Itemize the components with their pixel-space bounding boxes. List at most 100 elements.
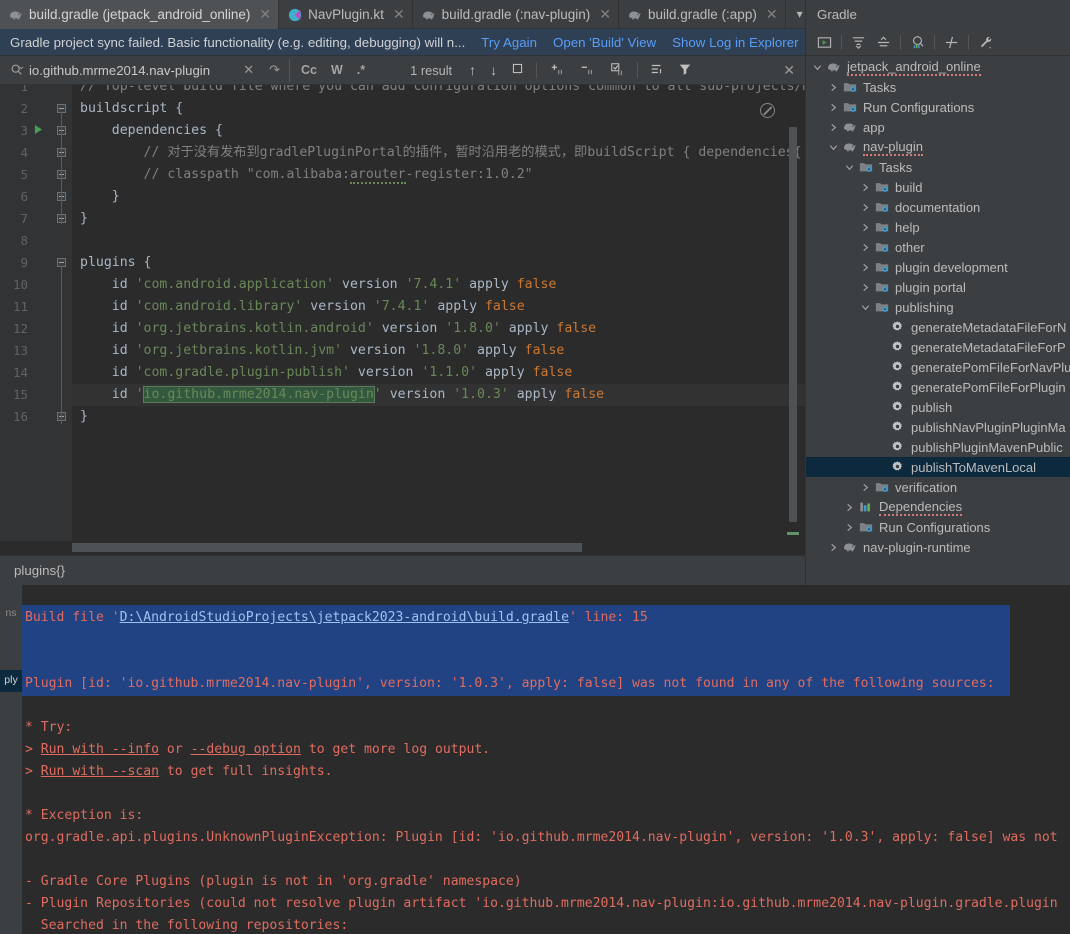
tree-twisty-icon[interactable]: [860, 221, 872, 233]
editor-tab[interactable]: build.gradle (:app) ✕: [619, 0, 786, 29]
editor-tab-bar[interactable]: build.gradle (jetpack_android_online) ✕ Na…: [0, 0, 830, 29]
execute-gradle-task-icon[interactable]: [812, 35, 837, 50]
code-line[interactable]: // 对于没有发布到gradlePluginPortal的插件，暂时沿用老的模式…: [80, 142, 802, 164]
gradle-tree-node[interactable]: jetpack_android_online: [806, 57, 1070, 77]
gradle-tree-node[interactable]: publishToMavenLocal: [806, 457, 1070, 477]
gradle-tree-node[interactable]: help: [806, 217, 1070, 237]
open-build-view-link[interactable]: Open 'Build' View: [553, 35, 656, 50]
gradle-tree-node[interactable]: Tasks: [806, 157, 1070, 177]
gradle-tree-node[interactable]: nav-plugin-runtime: [806, 537, 1070, 557]
gradle-tree-node[interactable]: verification: [806, 477, 1070, 497]
editor-tab[interactable]: build.gradle (:nav-plugin) ✕: [413, 0, 619, 29]
code-line[interactable]: id 'com.android.application' version '7.…: [80, 274, 557, 296]
words-toggle[interactable]: W: [324, 63, 350, 77]
close-tab-icon[interactable]: ✕: [259, 6, 271, 23]
gradle-tree-node[interactable]: publishPluginMavenPublic: [806, 437, 1070, 457]
prev-match-icon[interactable]: ↑: [462, 62, 483, 78]
tree-twisty-icon[interactable]: [876, 401, 888, 413]
tree-twisty-icon[interactable]: [860, 201, 872, 213]
console-line[interactable]: org.gradle.api.plugins.UnknownPluginExce…: [25, 827, 1058, 850]
code-line[interactable]: }: [80, 406, 88, 428]
tool-window-side-strip[interactable]: ns ply: [0, 585, 22, 934]
close-tab-icon[interactable]: ✕: [393, 6, 405, 23]
tree-twisty-icon[interactable]: [844, 161, 856, 173]
next-match-icon[interactable]: ↓: [483, 62, 504, 78]
gradle-tree-node[interactable]: publishing: [806, 297, 1070, 317]
tree-twisty-icon[interactable]: [876, 441, 888, 453]
gradle-tree-node[interactable]: build: [806, 177, 1070, 197]
gradle-tree-node[interactable]: app: [806, 117, 1070, 137]
breadcrumb-label[interactable]: plugins{}: [14, 563, 65, 578]
gradle-tree-node[interactable]: generateMetadataFileForP: [806, 337, 1070, 357]
tree-twisty-icon[interactable]: [876, 421, 888, 433]
breadcrumb[interactable]: plugins{}: [0, 555, 805, 585]
tree-twisty-icon[interactable]: [876, 381, 888, 393]
editor-horizontal-scrollbar[interactable]: [72, 543, 582, 552]
gradle-tree-node[interactable]: generatePomFileForPlugin: [806, 377, 1070, 397]
close-tab-icon[interactable]: ✕: [766, 6, 778, 23]
task-execution-icon[interactable]: [905, 35, 930, 50]
close-find-icon[interactable]: ✕: [783, 62, 795, 79]
show-log-in-explorer-link[interactable]: Show Log in Explorer: [672, 35, 798, 50]
gradle-tree-node[interactable]: Run Configurations: [806, 97, 1070, 117]
tree-twisty-icon[interactable]: [828, 121, 840, 133]
build-tool-settings-icon[interactable]: [973, 35, 998, 50]
filter-icon[interactable]: [671, 62, 699, 79]
filter-lines-icon[interactable]: [643, 62, 671, 79]
tree-twisty-icon[interactable]: [860, 301, 872, 313]
editor-gutter[interactable]: 1 2 3 4 5 6 7 8 9 10 11 12 13 14 15 16: [0, 85, 72, 541]
gradle-tree-node[interactable]: documentation: [806, 197, 1070, 217]
editor-vertical-scrollbar[interactable]: [789, 127, 797, 522]
editor-tab[interactable]: build.gradle (jetpack_android_online) ✕: [0, 0, 280, 29]
code-line[interactable]: // Top-level build file where you can ad…: [80, 85, 805, 98]
tree-twisty-icon[interactable]: [860, 481, 872, 493]
code-line[interactable]: buildscript {: [80, 98, 183, 120]
tree-twisty-icon[interactable]: [860, 181, 872, 193]
gradle-tree-node[interactable]: plugin development: [806, 257, 1070, 277]
expand-all-icon[interactable]: [846, 35, 871, 50]
gradle-tree-node[interactable]: plugin portal: [806, 277, 1070, 297]
gradle-tree-node[interactable]: Tasks: [806, 77, 1070, 97]
gradle-tree-node[interactable]: generatePomFileForNavPlu: [806, 357, 1070, 377]
tree-twisty-icon[interactable]: [828, 101, 840, 113]
code-editor[interactable]: 1 2 3 4 5 6 7 8 9 10 11 12 13 14 15 16 // Top-level bui…: [0, 85, 805, 541]
gradle-tree-node[interactable]: other: [806, 237, 1070, 257]
console-line[interactable]: Build file 'D:\AndroidStudioProjects\jet…: [25, 607, 648, 630]
code-line[interactable]: id 'io.github.mrme2014.nav-plugin' versi…: [80, 384, 604, 406]
tree-twisty-icon[interactable]: [876, 321, 888, 333]
console-line[interactable]: > Run with --info or --debug option to g…: [25, 739, 490, 762]
clear-search-icon[interactable]: ✕: [238, 62, 259, 78]
scrollbar-match-marker[interactable]: [787, 532, 799, 535]
match-case-toggle[interactable]: Cc: [294, 63, 324, 77]
add-selection-icon[interactable]: [542, 62, 572, 79]
console-line[interactable]: - Plugin Repositories (could not resolve…: [25, 893, 1058, 916]
side-strip-selected-tab[interactable]: ply: [0, 670, 22, 692]
tree-twisty-icon[interactable]: [828, 81, 840, 93]
select-all-occurrences-icon[interactable]: [602, 62, 632, 79]
gradle-tree-node[interactable]: Dependencies: [806, 497, 1070, 517]
gradle-toolbar[interactable]: [806, 29, 1070, 56]
tree-twisty-icon[interactable]: [828, 541, 840, 553]
history-icon[interactable]: ↷: [264, 62, 285, 78]
tree-twisty-icon[interactable]: [812, 61, 824, 73]
try-again-link[interactable]: Try Again: [481, 35, 537, 50]
gradle-tree-node[interactable]: generateMetadataFileForN: [806, 317, 1070, 337]
code-line[interactable]: }: [80, 208, 88, 230]
tree-twisty-icon[interactable]: [876, 361, 888, 373]
tree-twisty-icon[interactable]: [876, 341, 888, 353]
console-line[interactable]: > Run with --scan to get full insights.: [25, 761, 332, 784]
skip-tests-icon[interactable]: [939, 35, 964, 50]
gradle-tree-node[interactable]: nav-plugin: [806, 137, 1070, 157]
code-line[interactable]: plugins {: [80, 252, 151, 274]
tree-twisty-icon[interactable]: [844, 521, 856, 533]
search-icon[interactable]: [10, 63, 24, 77]
code-text[interactable]: // Top-level build file where you can ad…: [72, 85, 805, 541]
code-line[interactable]: // classpath "com.alibaba:arouter-regist…: [80, 164, 533, 186]
collapse-all-icon[interactable]: [871, 35, 896, 50]
code-line[interactable]: id 'org.jetbrains.kotlin.android' versio…: [80, 318, 596, 340]
console-line[interactable]: * Try:: [25, 717, 72, 740]
build-console-output[interactable]: Build file 'D:\AndroidStudioProjects\jet…: [22, 585, 1070, 934]
code-line[interactable]: id 'com.gradle.plugin-publish' version '…: [80, 362, 573, 384]
remove-selection-icon[interactable]: [572, 62, 602, 79]
close-tab-icon[interactable]: ✕: [599, 6, 611, 23]
